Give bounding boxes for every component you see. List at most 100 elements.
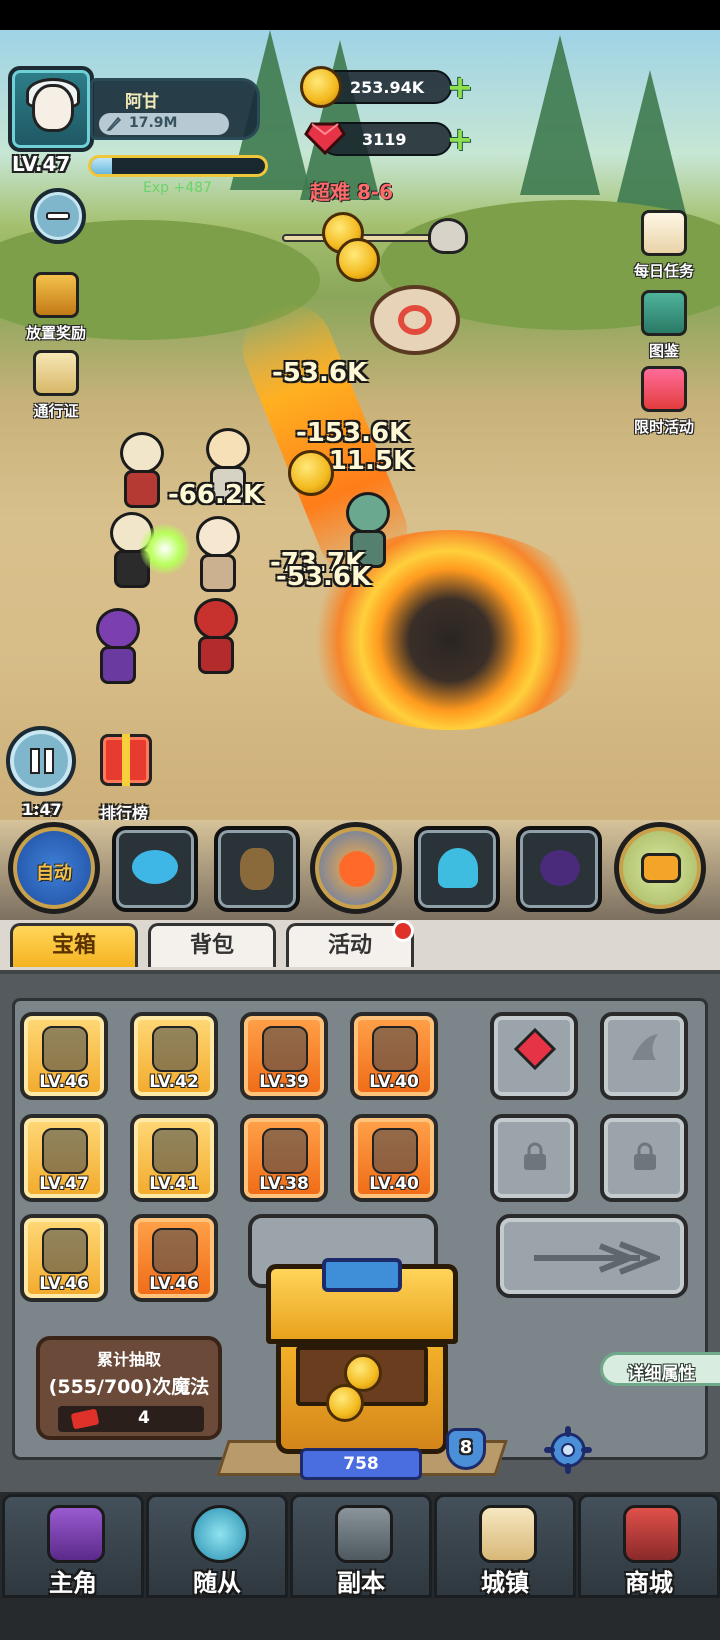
equipment-slot[interactable]: LV.41	[130, 1114, 218, 1202]
battle-timer: 1:47	[22, 800, 62, 819]
equipment-slot[interactable]: LV.40	[350, 1114, 438, 1202]
book-icon	[641, 290, 687, 336]
pause-icon	[30, 748, 40, 774]
codex-label: 图鉴	[648, 342, 679, 360]
equipment-level: LV.40	[369, 1174, 419, 1194]
ticket-icon	[70, 1408, 100, 1430]
collapse-button[interactable]	[30, 188, 86, 244]
player-avatar[interactable]	[8, 66, 94, 152]
boots-icon	[42, 1228, 88, 1274]
locked-slot[interactable]	[490, 1114, 578, 1202]
helmet-icon	[152, 1026, 198, 1072]
nav-shop-label: 商城	[625, 1569, 673, 1597]
add-gold-button[interactable]: +	[446, 71, 474, 103]
shield-icon	[372, 1128, 418, 1174]
gauntlet-icon	[152, 1228, 198, 1274]
gem-amount: 3119	[362, 130, 407, 149]
skill-slot-1[interactable]	[112, 826, 198, 912]
pass-button[interactable]: 通行证	[8, 350, 104, 421]
shop-stall-icon	[623, 1505, 681, 1563]
sword-icon	[106, 116, 122, 131]
task-list-icon	[641, 210, 687, 256]
nav-follower[interactable]: 随从	[146, 1494, 288, 1598]
equipment-level: LV.46	[149, 1274, 199, 1294]
armor-icon	[262, 1026, 308, 1072]
pine-tree	[520, 35, 600, 195]
skill-slot-4[interactable]	[414, 826, 500, 912]
gold-amount: 253.94K	[350, 78, 425, 97]
treasure-chest-button[interactable]	[262, 1250, 462, 1470]
equipment-slot[interactable]: LV.46	[20, 1012, 108, 1100]
gold-coin-icon	[336, 238, 380, 282]
nav-hero[interactable]: 主角	[2, 1494, 144, 1598]
equipment-level: LV.42	[149, 1072, 199, 1092]
equipment-level: LV.46	[39, 1072, 89, 1092]
detail-attributes-button[interactable]: 详细属性	[600, 1352, 720, 1386]
map-scroll-icon	[479, 1505, 537, 1563]
grenade-icon	[240, 848, 274, 890]
nav-dungeon[interactable]: 副本	[290, 1494, 432, 1598]
equipment-level: LV.47	[39, 1174, 89, 1194]
exp-bar	[88, 155, 268, 177]
chest-level-badge[interactable]: 8	[446, 1428, 486, 1470]
ranking-button[interactable]	[86, 730, 166, 800]
skill-rune-slot[interactable]	[600, 1012, 688, 1100]
target-dummy	[370, 285, 460, 355]
next-arrow-icon	[641, 853, 681, 883]
hero-witch	[86, 608, 150, 688]
gem-slot[interactable]	[490, 1012, 578, 1100]
player-card: 阿甘 17.9M	[90, 78, 260, 140]
nav-shop[interactable]: 商城	[578, 1494, 720, 1598]
next-skills-button[interactable]	[614, 822, 706, 914]
add-gems-button[interactable]: +	[446, 123, 474, 155]
draw-progress: (555/700)次魔法	[48, 1376, 210, 1398]
equipment-level: LV.46	[39, 1274, 89, 1294]
gold-coin-icon	[288, 450, 334, 496]
skill-bar: 自动	[0, 820, 720, 920]
equipment-slot[interactable]: LV.46	[130, 1214, 218, 1302]
skill-slot-2[interactable]	[214, 826, 300, 912]
stage-label: 超难 8-6	[310, 180, 394, 204]
nav-follower-label: 随从	[193, 1569, 241, 1597]
weapon-slot[interactable]	[496, 1214, 688, 1298]
chest-count: 758	[343, 1454, 379, 1474]
tab-bag[interactable]: 背包	[148, 923, 276, 967]
idle-reward-button[interactable]: 放置奖励	[8, 272, 104, 343]
skill-slot-5[interactable]	[516, 826, 602, 912]
player-level: LV.47	[12, 152, 71, 176]
equipment-level: LV.40	[369, 1072, 419, 1092]
daily-tasks-button[interactable]: 每日任务	[616, 210, 712, 281]
auto-battle-label: 自动	[36, 863, 72, 884]
gold-coin-icon	[326, 1384, 364, 1422]
player-name: 阿甘	[125, 92, 159, 112]
settings-gear-icon[interactable]	[544, 1426, 592, 1474]
limited-event-button[interactable]: 限时活动	[616, 366, 712, 437]
notification-dot	[392, 920, 414, 942]
power-value: 17.9M	[129, 115, 178, 131]
fire-orb-icon	[339, 851, 375, 887]
equipment-slot[interactable]: LV.38	[240, 1114, 328, 1202]
skill-slot-3[interactable]	[310, 822, 402, 914]
equipment-slot[interactable]: LV.47	[20, 1114, 108, 1202]
equipment-slot[interactable]: LV.40	[350, 1012, 438, 1100]
dungeon-gate-icon	[335, 1505, 393, 1563]
pass-label: 通行证	[33, 402, 79, 420]
party-icon	[641, 366, 687, 412]
equipment-slot[interactable]: LV.42	[130, 1012, 218, 1100]
tab-chest[interactable]: 宝箱	[10, 923, 138, 967]
exp-gain-text: Exp +487	[143, 180, 212, 196]
hero-pirate	[184, 598, 248, 678]
equipment-slot[interactable]: LV.46	[20, 1214, 108, 1302]
nav-town[interactable]: 城镇	[434, 1494, 576, 1598]
ruby-gem-icon	[304, 122, 346, 156]
hero-archer	[186, 516, 250, 596]
treasure-icon	[33, 272, 79, 318]
crossbow-icon	[262, 1128, 308, 1174]
auto-battle-button[interactable]: 自动	[8, 822, 100, 914]
equipment-slot[interactable]: LV.39	[240, 1012, 328, 1100]
pause-button[interactable]	[6, 726, 76, 796]
locked-slot[interactable]	[600, 1114, 688, 1202]
boss-skull-icon	[428, 218, 468, 254]
shadow-bird-icon	[540, 850, 580, 886]
codex-button[interactable]: 图鉴	[616, 290, 712, 361]
